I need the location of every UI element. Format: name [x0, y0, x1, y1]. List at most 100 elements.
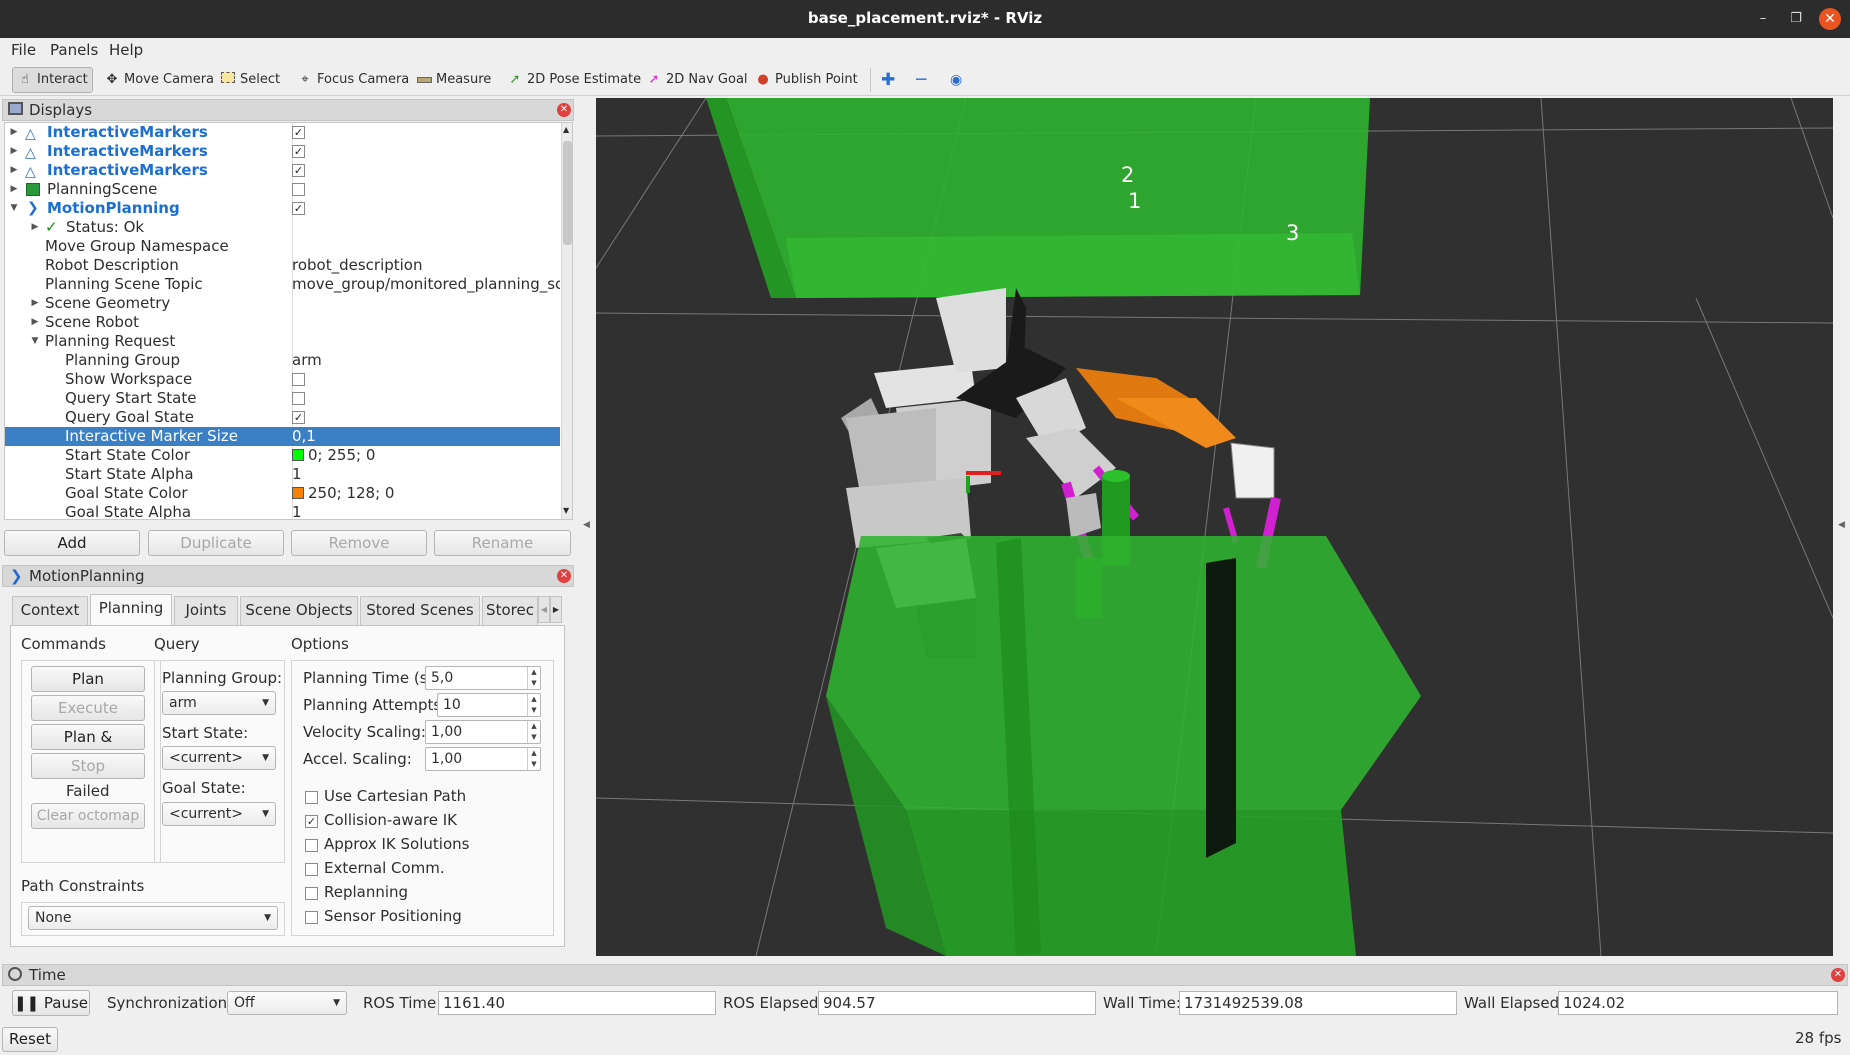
tool-select[interactable]: Select — [216, 67, 284, 93]
tab-scroll-left-icon[interactable]: ◀ — [538, 596, 550, 623]
property-row[interactable]: Query Start State — [5, 389, 560, 408]
display-item-motion-planning[interactable]: ▼ ❯ MotionPlanning ✓ — [5, 199, 560, 218]
close-panel-icon[interactable]: ✕ — [557, 569, 571, 583]
wall-time-field[interactable]: 1731492539.08 — [1179, 991, 1457, 1015]
property-row[interactable]: Goal State Color 250; 128; 0 — [5, 484, 560, 503]
menu-file[interactable]: File — [11, 41, 36, 59]
property-value[interactable]: 0,1 — [292, 427, 560, 446]
approx-ik-checkbox[interactable] — [305, 839, 318, 852]
planning-time-spinbox[interactable]: 5,0 ▲ ▼ — [425, 666, 541, 690]
property-row[interactable]: Move Group Namespace — [5, 237, 560, 256]
tool-2d-nav-goal[interactable]: ➚ 2D Nav Goal — [642, 67, 752, 93]
display-item-planning-scene[interactable]: ▶ PlanningScene — [5, 180, 560, 199]
plan-button[interactable]: Plan — [31, 666, 145, 692]
property-group-row[interactable]: ▶ Scene Geometry — [5, 294, 560, 313]
property-value[interactable]: 1 — [292, 503, 560, 519]
property-group-row[interactable]: ▼ Planning Request — [5, 332, 560, 351]
property-row[interactable]: Query Goal State ✓ — [5, 408, 560, 427]
property-row-selected[interactable]: Interactive Marker Size 0,1 — [5, 427, 560, 446]
wall-elapsed-field[interactable]: 1024.02 — [1558, 991, 1838, 1015]
display-item-interactive-markers[interactable]: ▶ △ InteractiveMarkers ✓ — [5, 123, 560, 142]
synchronization-select[interactable]: Off ▼ — [227, 991, 347, 1015]
property-row[interactable]: Show Workspace — [5, 370, 560, 389]
close-panel-icon[interactable]: ✕ — [557, 103, 571, 117]
add-tool-icon[interactable]: ✚ — [877, 67, 899, 93]
tab-joints[interactable]: Joints — [174, 596, 238, 625]
collapse-arrow-icon[interactable]: ▼ — [29, 332, 41, 351]
display-enabled-checkbox[interactable]: ✓ — [292, 145, 305, 158]
status-row[interactable]: ▶ ✓ Status: Ok — [5, 218, 560, 237]
property-checkbox[interactable] — [292, 373, 305, 386]
display-enabled-checkbox[interactable] — [292, 183, 305, 196]
expand-arrow-icon[interactable]: ▶ — [8, 161, 20, 180]
clear-octomap-button[interactable]: Clear octomap — [31, 803, 145, 829]
property-row[interactable]: Start State Color 0; 255; 0 — [5, 446, 560, 465]
display-item-interactive-markers[interactable]: ▶ △ InteractiveMarkers ✓ — [5, 161, 560, 180]
property-value[interactable]: 0; 255; 0 — [292, 446, 560, 465]
expand-arrow-icon[interactable]: ▶ — [29, 313, 41, 332]
tab-stored-scenes[interactable]: Stored Scenes — [360, 596, 480, 625]
duplicate-display-button[interactable]: Duplicate — [148, 530, 284, 556]
tab-planning[interactable]: Planning — [90, 594, 172, 626]
property-row[interactable]: Goal State Alpha 1 — [5, 503, 560, 519]
property-value[interactable]: 250; 128; 0 — [292, 484, 560, 503]
left-splitter-handle-icon[interactable]: ◀ — [583, 520, 590, 530]
property-row[interactable]: Start State Alpha 1 — [5, 465, 560, 484]
tab-stored-states[interactable]: Storec — [482, 596, 538, 625]
remove-display-button[interactable]: Remove — [291, 530, 427, 556]
tool-focus-camera[interactable]: ⌖ Focus Camera — [293, 67, 413, 93]
right-splitter-handle-icon[interactable]: ◀ — [1838, 520, 1845, 530]
expand-arrow-icon[interactable]: ▶ — [8, 142, 20, 161]
scroll-down-icon[interactable]: ▼ — [563, 506, 569, 515]
start-state-select[interactable]: <current> ▼ — [162, 746, 276, 770]
use-cartesian-path-checkbox[interactable] — [305, 791, 318, 804]
close-icon[interactable]: ✕ — [1819, 8, 1841, 30]
spin-arrows-icon[interactable]: ▲ ▼ — [527, 748, 540, 770]
display-enabled-checkbox[interactable]: ✓ — [292, 164, 305, 177]
execute-button[interactable]: Execute — [31, 695, 145, 721]
planning-group-select[interactable]: arm ▼ — [162, 691, 276, 715]
rename-display-button[interactable]: Rename — [434, 530, 571, 556]
displays-tree[interactable]: ▶ △ InteractiveMarkers ✓ ▶ △ Interactive… — [4, 122, 573, 520]
spin-arrows-icon[interactable]: ▲ ▼ — [527, 694, 540, 716]
remove-tool-icon[interactable]: ─ — [912, 67, 930, 93]
tab-context[interactable]: Context — [12, 596, 88, 625]
accel-scaling-spinbox[interactable]: 1,00 ▲ ▼ — [425, 747, 541, 771]
replanning-checkbox[interactable] — [305, 887, 318, 900]
ros-time-field[interactable]: 1161.40 — [438, 991, 716, 1015]
collapse-arrow-icon[interactable]: ▼ — [8, 199, 20, 218]
property-value[interactable]: move_group/monitored_planning_sc... — [292, 275, 560, 294]
expand-arrow-icon[interactable]: ▶ — [29, 294, 41, 313]
property-checkbox[interactable] — [292, 392, 305, 405]
goal-state-select[interactable]: <current> ▼ — [162, 802, 276, 826]
external-comm-checkbox[interactable] — [305, 863, 318, 876]
ros-elapsed-field[interactable]: 904.57 — [818, 991, 1096, 1015]
expand-arrow-icon[interactable]: ▶ — [8, 180, 20, 199]
tool-interact[interactable]: ☝ Interact — [12, 67, 93, 93]
property-row[interactable]: Planning Scene Topic move_group/monitore… — [5, 275, 560, 294]
tool-2d-pose-estimate[interactable]: ➚ 2D Pose Estimate — [503, 67, 645, 93]
spin-arrows-icon[interactable]: ▲ ▼ — [527, 667, 540, 689]
tool-publish-point[interactable]: ● Publish Point — [751, 67, 862, 93]
minimize-icon[interactable]: – — [1752, 8, 1774, 30]
3d-viewport[interactable]: 2 1 3 — [596, 98, 1833, 956]
expand-arrow-icon[interactable]: ▶ — [8, 123, 20, 142]
pause-button[interactable]: ❚❚ Pause — [12, 990, 90, 1016]
property-row[interactable]: Planning Group arm — [5, 351, 560, 370]
display-enabled-checkbox[interactable]: ✓ — [292, 126, 305, 139]
stop-button[interactable]: Stop — [31, 753, 145, 779]
eye-icon[interactable]: ◉ — [946, 67, 966, 93]
expand-arrow-icon[interactable]: ▶ — [29, 218, 41, 237]
spin-arrows-icon[interactable]: ▲ ▼ — [527, 721, 540, 743]
property-value[interactable]: robot_description — [292, 256, 560, 275]
path-constraints-select[interactable]: None ▼ — [28, 906, 278, 930]
plan-and-execute-button[interactable]: Plan & Execute — [31, 724, 145, 770]
scrollbar-thumb[interactable] — [563, 141, 572, 245]
planning-attempts-spinbox[interactable]: 10 ▲ ▼ — [437, 693, 541, 717]
tree-scrollbar[interactable]: ▲ ▼ — [561, 123, 572, 519]
property-value[interactable]: arm — [292, 351, 560, 370]
property-value[interactable]: 1 — [292, 465, 560, 484]
menu-help[interactable]: Help — [109, 41, 143, 59]
property-group-row[interactable]: ▶ Scene Robot — [5, 313, 560, 332]
close-panel-icon[interactable]: ✕ — [1831, 968, 1845, 982]
